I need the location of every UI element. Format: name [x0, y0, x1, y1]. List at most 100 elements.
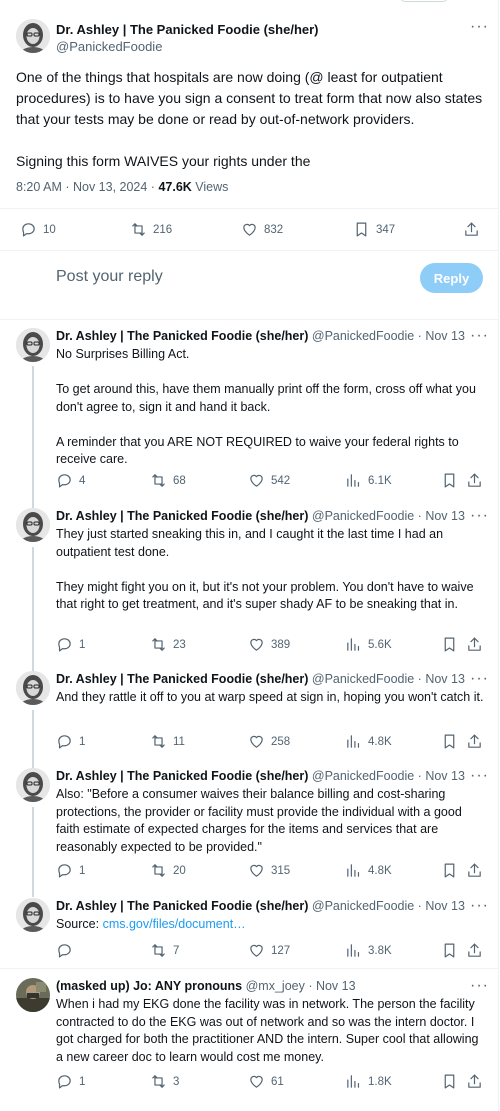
repost-action[interactable]: 216 [130, 221, 172, 238]
share-action[interactable] [466, 472, 483, 489]
bookmark-action[interactable] [441, 1073, 458, 1090]
share-action[interactable] [466, 1073, 483, 1090]
bookmark-icon [356, 222, 367, 237]
share-icon [468, 473, 481, 487]
reply-icon [58, 944, 71, 958]
like-count: 315 [271, 864, 291, 877]
bookmark-action[interactable]: 347 [353, 221, 395, 238]
repost-action[interactable]: 68 [150, 472, 186, 489]
reply-author-meta[interactable]: @PanickedFoodie · Nov 13 [308, 329, 465, 343]
reply-author-name[interactable]: Dr. Ashley | The Panicked Foodie (she/he… [56, 672, 308, 686]
views-action[interactable]: 5.6K [345, 636, 392, 653]
views-count: 47.6K [158, 180, 192, 194]
post-time[interactable]: 8:20 AM · Nov 13, 2024 · [16, 180, 158, 194]
reply-avatar[interactable] [16, 898, 50, 932]
reply-author-name[interactable]: (masked up) Jo: ANY pronouns [56, 979, 242, 993]
reply-avatar[interactable] [16, 328, 50, 362]
share-action[interactable] [463, 221, 480, 238]
views-action[interactable]: 3.8K [345, 942, 392, 959]
bookmark-icon [444, 637, 455, 652]
like-action[interactable]: 315 [248, 862, 290, 879]
more-options-icon[interactable]: ··· [470, 671, 489, 687]
repost-action[interactable]: 23 [150, 636, 186, 653]
repost-count: 20 [173, 864, 186, 877]
author-avatar[interactable] [16, 19, 50, 53]
post-text: One of the things that hospitals are now… [16, 69, 483, 169]
share-action[interactable] [466, 942, 483, 959]
like-count: 127 [271, 944, 291, 957]
reply-author-name[interactable]: Dr. Ashley | The Panicked Foodie (she/he… [56, 509, 308, 523]
reply-action[interactable]: 4 [56, 472, 85, 489]
like-action[interactable]: 258 [248, 733, 290, 750]
views-action[interactable]: 1.8K [345, 1073, 392, 1090]
bookmark-action[interactable] [441, 862, 458, 879]
bookmark-action[interactable] [441, 472, 458, 489]
reply-count: 1 [79, 864, 86, 877]
share-icon [465, 222, 478, 236]
share-action[interactable] [466, 862, 483, 879]
share-action[interactable] [466, 636, 483, 653]
reply-icon [58, 1075, 71, 1089]
more-options-icon[interactable]: ··· [470, 19, 489, 35]
heart-icon [250, 864, 263, 877]
reply-header: Dr. Ashley | The Panicked Foodie (she/he… [56, 899, 465, 913]
reply-avatar[interactable] [16, 671, 50, 705]
repost-count: 216 [153, 223, 173, 236]
reply-icon [58, 474, 71, 488]
bookmark-action[interactable] [441, 942, 458, 959]
reply-avatar[interactable] [16, 768, 50, 802]
views-label: Views [191, 180, 229, 194]
author-handle[interactable]: @PanickedFoodie [56, 39, 162, 54]
repost-action[interactable]: 11 [150, 733, 185, 750]
more-options-icon[interactable]: ··· [470, 978, 489, 994]
views-count: 5.6K [368, 638, 392, 651]
bookmark-action[interactable] [441, 733, 458, 750]
reply-author-meta[interactable]: @PanickedFoodie · Nov 13 [308, 509, 465, 523]
repost-action[interactable]: 20 [150, 862, 186, 879]
reply-author-meta[interactable]: @PanickedFoodie · Nov 13 [308, 769, 465, 783]
heart-icon [243, 223, 256, 236]
like-action[interactable]: 61 [248, 1073, 284, 1090]
reply-action[interactable]: 1 [56, 733, 85, 750]
repost-action[interactable]: 7 [150, 942, 179, 959]
more-options-icon[interactable]: ··· [470, 768, 489, 784]
source-link[interactable]: cms.gov/files/document… [103, 917, 246, 931]
like-action[interactable]: 127 [248, 942, 290, 959]
bookmark-action[interactable] [441, 636, 458, 653]
views-action[interactable]: 4.8K [345, 862, 392, 879]
reply-author-name[interactable]: Dr. Ashley | The Panicked Foodie (she/he… [56, 899, 308, 913]
reply-text: When i had my EKG done the facility was … [56, 997, 479, 1064]
more-options-icon[interactable]: ··· [470, 508, 489, 524]
reply-action[interactable]: 1 [56, 862, 85, 879]
reply-input[interactable]: Post your reply [56, 268, 163, 286]
like-action[interactable]: 832 [241, 221, 283, 238]
reply-author-meta[interactable]: @PanickedFoodie · Nov 13 [308, 899, 465, 913]
reply-avatar[interactable] [16, 508, 50, 542]
reply-author-name[interactable]: Dr. Ashley | The Panicked Foodie (she/he… [56, 329, 308, 343]
author-name[interactable]: Dr. Ashley | The Panicked Foodie (she/he… [56, 22, 319, 37]
reply-icon [22, 223, 35, 237]
views-action[interactable]: 4.8K [345, 733, 392, 750]
post-actions: 10 216 832 347 [0, 208, 499, 248]
reply-action[interactable]: 1 [56, 1073, 85, 1090]
heart-icon [250, 474, 263, 487]
views-action[interactable]: 6.1K [345, 472, 392, 489]
reply-avatar[interactable] [16, 978, 50, 1012]
reply-author-name[interactable]: Dr. Ashley | The Panicked Foodie (she/he… [56, 769, 308, 783]
share-action[interactable] [466, 733, 483, 750]
bookmark-icon [444, 943, 455, 958]
reply-action[interactable] [56, 942, 79, 959]
bookmark-icon [444, 1074, 455, 1089]
reply-action[interactable]: 10 [20, 221, 56, 238]
reply-action[interactable]: 1 [56, 636, 85, 653]
reply-author-meta[interactable]: @PanickedFoodie · Nov 13 [308, 672, 465, 686]
like-count: 542 [271, 474, 291, 487]
more-options-icon[interactable]: ··· [470, 898, 489, 914]
post-timestamp[interactable]: 8:20 AM · Nov 13, 2024 · 47.6K Views [16, 180, 228, 194]
more-options-icon[interactable]: ··· [470, 328, 489, 344]
reply-button[interactable]: Reply [420, 263, 483, 293]
like-action[interactable]: 542 [248, 472, 290, 489]
reply-author-meta[interactable]: @mx_joey · Nov 13 [242, 979, 356, 993]
repost-action[interactable]: 3 [150, 1073, 179, 1090]
like-action[interactable]: 389 [248, 636, 290, 653]
